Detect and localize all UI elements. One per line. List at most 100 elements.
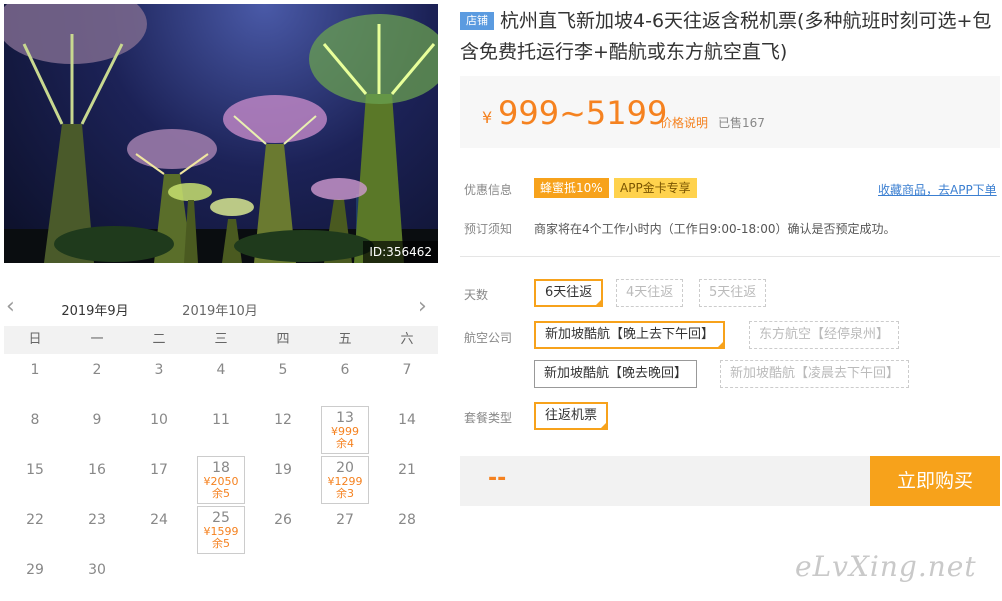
calendar-day: 8 — [4, 406, 66, 456]
weekday-label: 五 — [338, 332, 352, 347]
calendar-day-number — [190, 556, 252, 562]
weekday-label: 二 — [152, 332, 166, 347]
calendar-day-available[interactable]: 13 ¥999 余4 — [314, 406, 376, 456]
calendar-day: 28 — [376, 506, 438, 556]
booking-label: 预订须知 — [464, 222, 513, 236]
calendar-month-nav: ‹ 2019年9月 2019年10月 › — [0, 290, 440, 331]
booking-notice: 商家将在4个工作小时内（工作日9:00-18:00）确认是否预定成功。 — [534, 222, 896, 236]
calendar-day: 15 — [4, 456, 66, 506]
calendar-day: 2 — [66, 356, 128, 406]
calendar-week-row: 22 23 24 25 ¥1599 余5 26 27 28 — [4, 506, 438, 556]
calendar-day: 16 — [66, 456, 128, 506]
calendar-day: 14 — [376, 406, 438, 456]
calendar-day-number: 7 — [402, 362, 412, 378]
calendar-week-row: 8 9 10 11 12 13 ¥999 余4 14 — [4, 406, 438, 456]
calendar-day — [190, 556, 252, 601]
calendar-day-number: 4 — [216, 362, 226, 378]
divider — [460, 256, 1000, 257]
calendar-day-number: 30 — [88, 562, 106, 578]
calendar-day: 4 — [190, 356, 252, 406]
calendar-day — [376, 556, 438, 601]
calendar-day: 9 — [66, 406, 128, 456]
chevron-left-icon[interactable]: ‹ — [6, 296, 15, 318]
calendar-day-number — [376, 556, 438, 562]
calendar-day-available[interactable]: 20 ¥1299 余3 — [314, 456, 376, 506]
option-4-days[interactable]: 4天往返 — [616, 279, 684, 307]
weekday-label: 日 — [28, 332, 42, 347]
days-label: 天数 — [464, 288, 489, 302]
weekday-label: 六 — [400, 332, 414, 347]
price-explain-link[interactable]: 价格说明 — [660, 114, 708, 131]
calendar-day: 21 — [376, 456, 438, 506]
honey-discount-badge: 蜂蜜抵10% — [534, 178, 609, 198]
calendar-day: 27 — [314, 506, 376, 556]
price-box: ¥ 999~5199 价格说明 已售167 — [460, 76, 1000, 148]
product-title-block: 店铺 杭州直飞新加坡4-6天往返含税机票(多种航班时刻可选+包含免费托运行李+酷航… — [460, 6, 1000, 68]
calendar-day-number: 28 — [398, 512, 416, 528]
calendar-day: 26 — [252, 506, 314, 556]
sold-count: 已售167 — [718, 116, 765, 130]
calendar-day-number: 9 — [92, 412, 102, 428]
watermark: eLvXing.net — [795, 550, 977, 583]
collect-app-link[interactable]: 收藏商品，去APP下单 — [878, 181, 997, 198]
option-scoot-late[interactable]: 新加坡酷航【晚去晚回】 — [534, 360, 698, 388]
buy-now-button[interactable]: 立即购买 — [870, 456, 1000, 506]
calendar-day-frame[interactable] — [321, 406, 369, 454]
package-label: 套餐类型 — [464, 411, 513, 425]
calendar-day-number: 3 — [154, 362, 164, 378]
calendar-day-number: 10 — [150, 412, 168, 428]
option-scoot-early[interactable]: 新加坡酷航【凌晨去下午回】 — [720, 360, 910, 388]
calendar-day-number: 19 — [274, 462, 292, 478]
photo-id-label: ID:356462 — [363, 241, 438, 263]
calendar-week-row: 29 30 — [4, 556, 438, 601]
calendar-day-available[interactable]: 18 ¥2050 余5 — [190, 456, 252, 506]
total-price: -- — [488, 466, 507, 491]
calendar-day-number: 29 — [26, 562, 44, 578]
calendar-day-frame[interactable] — [197, 506, 245, 554]
calendar-week-row: 1 2 3 4 5 6 7 — [4, 356, 438, 406]
calendar-day-frame[interactable] — [321, 456, 369, 504]
calendar-day: 5 — [252, 356, 314, 406]
calendar-day: 30 — [66, 556, 128, 601]
option-scoot-evening[interactable]: 新加坡酷航【晚上去下午回】 — [534, 321, 726, 349]
calendar-day — [314, 556, 376, 601]
weekday-label: 一 — [90, 332, 104, 347]
calendar-day: 17 — [128, 456, 190, 506]
calendar-day-number: 21 — [398, 462, 416, 478]
calendar-day-number: 27 — [336, 512, 354, 528]
calendar-day-number: 17 — [150, 462, 168, 478]
calendar-day-number — [314, 556, 376, 562]
calendar-day-number: 26 — [274, 512, 292, 528]
option-china-eastern[interactable]: 东方航空【经停泉州】 — [749, 321, 900, 349]
calendar-day-number: 12 — [274, 412, 292, 428]
calendar-day: 3 — [128, 356, 190, 406]
chevron-right-icon[interactable]: › — [418, 296, 427, 318]
currency-symbol: ¥ — [482, 108, 493, 127]
calendar-day: 19 — [252, 456, 314, 506]
promo-label: 优惠信息 — [464, 183, 513, 197]
calendar-day: 22 — [4, 506, 66, 556]
calendar-day-number: 24 — [150, 512, 168, 528]
calendar-day — [128, 556, 190, 601]
calendar-day: 6 — [314, 356, 376, 406]
calendar-day-frame[interactable] — [197, 456, 245, 504]
calendar-day-number: 5 — [278, 362, 288, 378]
option-5-days[interactable]: 5天往返 — [699, 279, 767, 307]
calendar-day-number: 6 — [340, 362, 350, 378]
calendar-grid: 1 2 3 4 5 6 7 8 9 10 11 12 13 ¥999 余4 14 15 16 17 18 ¥2050 余5… — [4, 356, 438, 601]
app-gold-card-badge: APP金卡专享 — [614, 178, 697, 198]
calendar-day-number: 16 — [88, 462, 106, 478]
product-photo: ID:356462 — [4, 4, 438, 263]
option-6-days[interactable]: 6天往返 — [534, 279, 604, 307]
calendar-day: 1 — [4, 356, 66, 406]
calendar-day: 23 — [66, 506, 128, 556]
calendar-day-number: 22 — [26, 512, 44, 528]
calendar-day-number — [128, 556, 190, 562]
weekday-label: 四 — [276, 332, 290, 347]
calendar-day: 12 — [252, 406, 314, 456]
calendar-day: 7 — [376, 356, 438, 406]
calendar-day-available[interactable]: 25 ¥1599 余5 — [190, 506, 252, 556]
option-round-trip[interactable]: 往返机票 — [534, 402, 609, 430]
product-title: 杭州直飞新加坡4-6天往返含税机票(多种航班时刻可选+包含免费托运行李+酷航或东… — [460, 10, 992, 63]
tab-month-october[interactable]: 2019年10月 — [175, 300, 265, 328]
